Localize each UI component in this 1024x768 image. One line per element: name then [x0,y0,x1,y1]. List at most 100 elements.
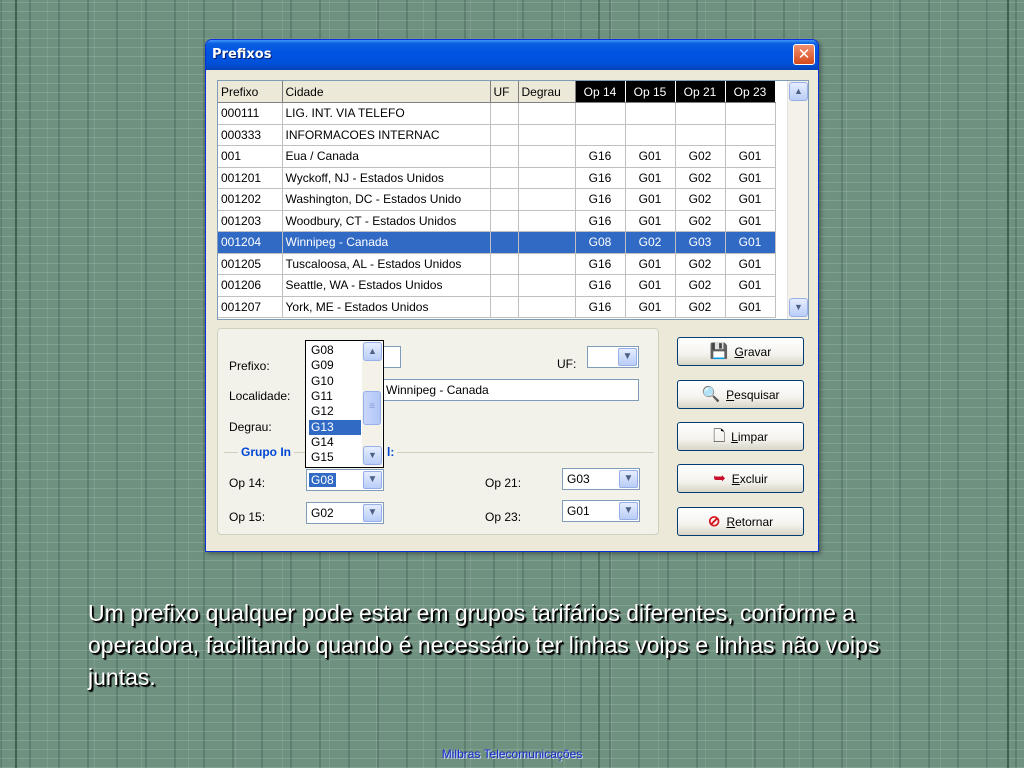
cell-op21[interactable]: G02 [675,167,726,189]
cell-op23[interactable]: G01 [725,274,776,297]
cell-op14[interactable]: G16 [575,296,626,318]
cell-op15[interactable]: G01 [625,296,676,318]
cell-cidade[interactable]: Tuscaloosa, AL - Estados Unidos [282,253,491,275]
cell-op15[interactable]: G01 [625,167,676,189]
cell-op15[interactable]: G02 [625,231,676,254]
cell-degrau[interactable] [518,274,576,297]
table-row[interactable]: 000333 INFORMACOES INTERNAC [218,124,776,146]
cell-op15[interactable] [625,124,676,146]
cell-op21[interactable]: G02 [675,296,726,318]
table-row[interactable]: 001 Eua / Canada G16 G01 G02 G01 [218,145,776,168]
cell-op14[interactable] [575,124,626,146]
prefix-grid[interactable]: Prefixo Cidade UF Degrau Op 14 Op 15 Op … [217,80,809,320]
cell-op23[interactable] [725,124,776,146]
cell-uf[interactable] [490,145,519,168]
cell-op14[interactable]: G08 [575,231,626,254]
dropdown-option[interactable]: G09 [309,358,361,373]
cell-prefixo[interactable]: 001204 [218,231,283,254]
op23-select[interactable]: G01 ▼ [562,500,640,522]
cell-prefixo[interactable]: 001205 [218,253,283,275]
uf-select[interactable]: ▼ [587,346,639,368]
dropdown-option[interactable]: G10 [309,374,361,389]
op14-dropdown-list[interactable]: G08 G09 G10 G11 G12 G13 G14 G15 ▲ ≡ ▼ [305,340,384,468]
cell-op23[interactable]: G01 [725,210,776,232]
cell-prefixo[interactable]: 001207 [218,296,283,318]
scroll-down-icon[interactable]: ▼ [789,298,808,317]
table-row[interactable]: 001207 York, ME - Estados Unidos G16 G01 G02… [218,296,776,318]
table-row[interactable]: 001201 Wyckoff, NJ - Estados Unidos G16 G01… [218,167,776,189]
cell-op23[interactable]: G01 [725,188,776,211]
close-button[interactable]: ✕ [793,44,815,65]
cell-uf[interactable] [490,188,519,211]
cell-prefixo[interactable]: 000111 [218,102,283,125]
grid-vertical-scrollbar[interactable]: ▲ ▼ [787,81,808,319]
cell-op21[interactable]: G02 [675,210,726,232]
dropdown-scrollbar[interactable]: ▲ ≡ ▼ [362,342,382,466]
retornar-button[interactable]: ⊘ Retornar [677,507,804,536]
cell-degrau[interactable] [518,210,576,232]
cell-op21[interactable]: G02 [675,145,726,168]
cell-op15[interactable]: G01 [625,253,676,275]
scroll-thumb[interactable]: ≡ [363,391,381,425]
chevron-down-icon[interactable]: ▼ [618,348,637,366]
cell-op15[interactable]: G01 [625,210,676,232]
dropdown-option[interactable]: G15 [309,450,361,465]
chevron-down-icon[interactable]: ▼ [619,502,638,520]
col-header-op15[interactable]: Op 15 [625,81,676,103]
cell-degrau[interactable] [518,188,576,211]
cell-op14[interactable]: G16 [575,274,626,297]
cell-cidade[interactable]: Wyckoff, NJ - Estados Unidos [282,167,491,189]
cell-degrau[interactable] [518,231,576,254]
cell-op15[interactable]: G01 [625,274,676,297]
cell-op14[interactable]: G16 [575,167,626,189]
cell-cidade[interactable]: Washington, DC - Estados Unido [282,188,491,211]
col-header-op14[interactable]: Op 14 [575,81,626,103]
cell-prefixo[interactable]: 001203 [218,210,283,232]
cell-cidade[interactable]: Seattle, WA - Estados Unidos [282,274,491,297]
col-header-degrau[interactable]: Degrau [518,81,576,103]
chevron-down-icon[interactable]: ▼ [363,504,382,522]
cell-degrau[interactable] [518,145,576,168]
table-row[interactable]: 001202 Washington, DC - Estados Unido G16 G… [218,188,776,211]
op14-select[interactable]: G08 ▼ [306,469,384,491]
cell-prefixo[interactable]: 001 [218,145,283,168]
cell-op23[interactable]: G01 [725,231,776,254]
cell-degrau[interactable] [518,167,576,189]
chevron-down-icon[interactable]: ▼ [363,471,382,489]
scroll-up-icon[interactable]: ▲ [789,82,808,101]
cell-degrau[interactable] [518,296,576,318]
cell-op23[interactable] [725,102,776,125]
cell-op21[interactable]: G02 [675,274,726,297]
cell-op15[interactable]: G01 [625,188,676,211]
op21-select[interactable]: G03 ▼ [562,468,640,490]
excluir-button[interactable]: ➥ Excluir [677,464,804,493]
cell-op14[interactable] [575,102,626,125]
table-row[interactable]: 001205 Tuscaloosa, AL - Estados Unidos G16… [218,253,776,275]
cell-op21[interactable]: G02 [675,253,726,275]
cell-prefixo[interactable]: 001202 [218,188,283,211]
op15-select[interactable]: G02 ▼ [306,502,384,524]
limpar-button[interactable]: 🗋 Limpar [677,422,804,451]
table-row[interactable]: 001206 Seattle, WA - Estados Unidos G16 G01… [218,274,776,297]
cell-op23[interactable]: G01 [725,167,776,189]
cell-op15[interactable]: G01 [625,145,676,168]
cell-uf[interactable] [490,124,519,146]
cell-prefixo[interactable]: 001201 [218,167,283,189]
scroll-up-icon[interactable]: ▲ [363,342,382,361]
cell-uf[interactable] [490,253,519,275]
col-header-op21[interactable]: Op 21 [675,81,726,103]
chevron-down-icon[interactable]: ▼ [619,470,638,488]
scroll-down-icon[interactable]: ▼ [363,446,382,465]
cell-op14[interactable]: G16 [575,145,626,168]
cell-cidade[interactable]: Woodbury, CT - Estados Unidos [282,210,491,232]
pesquisar-button[interactable]: 🔍 Pesquisar [677,380,804,409]
col-header-prefixo[interactable]: Prefixo [218,81,283,103]
cell-op21[interactable]: G03 [675,231,726,254]
cell-uf[interactable] [490,102,519,125]
col-header-uf[interactable]: UF [490,81,519,103]
cell-op14[interactable]: G16 [575,253,626,275]
cell-degrau[interactable] [518,124,576,146]
cell-cidade[interactable]: York, ME - Estados Unidos [282,296,491,318]
cell-degrau[interactable] [518,102,576,125]
cell-cidade[interactable]: INFORMACOES INTERNAC [282,124,491,146]
